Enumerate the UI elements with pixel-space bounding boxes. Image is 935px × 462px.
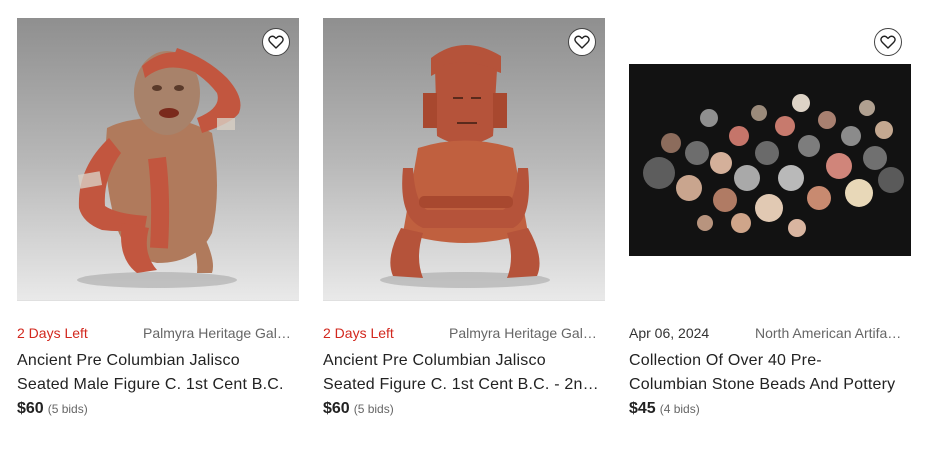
seller-name[interactable]: Palmyra Heritage Gallery xyxy=(449,325,599,341)
auction-date: Apr 06, 2024 xyxy=(629,325,710,341)
seated-figure-image xyxy=(380,44,550,288)
current-bid: $60 xyxy=(323,400,350,417)
lot-price: $60 (5 bids) xyxy=(17,400,88,418)
seller-name[interactable]: North American Artifacts xyxy=(755,325,905,341)
favorite-button[interactable] xyxy=(262,28,290,56)
heart-icon xyxy=(880,35,896,49)
lot-card[interactable]: 2 Days Left Palmyra Heritage Gallery Anc… xyxy=(323,18,605,428)
time-left-label: 2 Days Left xyxy=(323,325,394,341)
lot-image[interactable] xyxy=(17,18,299,301)
favorite-button[interactable] xyxy=(568,28,596,56)
heart-icon xyxy=(574,35,590,49)
lot-meta: 2 Days Left Palmyra Heritage Gallery xyxy=(323,325,605,343)
lot-title-line[interactable]: Ancient Pre Columbian Jalisco xyxy=(17,349,299,373)
bid-count: (4 bids) xyxy=(659,402,700,416)
lot-image[interactable] xyxy=(629,18,911,300)
lot-title-line[interactable]: Ancient Pre Columbian Jalisco xyxy=(323,349,605,373)
heart-icon xyxy=(268,35,284,49)
lot-meta: Apr 06, 2024 North American Artifacts xyxy=(629,325,911,343)
stone-beads-image xyxy=(629,64,911,256)
lot-title-line[interactable]: Seated Male Figure C. 1st Cent B.C. xyxy=(17,373,299,397)
seller-name[interactable]: Palmyra Heritage Gallery xyxy=(143,325,293,341)
lot-price: $60 (5 bids) xyxy=(323,400,394,418)
current-bid: $60 xyxy=(17,400,44,417)
favorite-button[interactable] xyxy=(874,28,902,56)
lot-title-line[interactable]: Seated Figure C. 1st Cent B.C. - 2nd Cen… xyxy=(323,373,605,397)
lot-image[interactable] xyxy=(323,18,605,301)
lot-title-line[interactable]: Columbian Stone Beads And Pottery xyxy=(629,373,911,397)
time-left-label: 2 Days Left xyxy=(17,325,88,341)
lot-title[interactable]: Collection Of Over 40 Pre- Columbian Sto… xyxy=(629,349,911,397)
lot-title[interactable]: Ancient Pre Columbian Jalisco Seated Mal… xyxy=(17,349,299,397)
lot-card[interactable]: Apr 06, 2024 North American Artifacts Co… xyxy=(629,18,911,428)
lot-card[interactable]: 2 Days Left Palmyra Heritage Gallery Anc… xyxy=(17,18,299,428)
current-bid: $45 xyxy=(629,400,656,417)
bid-count: (5 bids) xyxy=(47,402,88,416)
lot-title-line[interactable]: Collection Of Over 40 Pre- xyxy=(629,349,911,373)
lot-meta: 2 Days Left Palmyra Heritage Gallery xyxy=(17,325,299,343)
lot-price: $45 (4 bids) xyxy=(629,400,700,418)
lot-title[interactable]: Ancient Pre Columbian Jalisco Seated Fig… xyxy=(323,349,605,397)
seated-male-figure-image xyxy=(77,48,241,288)
bid-count: (5 bids) xyxy=(353,402,394,416)
